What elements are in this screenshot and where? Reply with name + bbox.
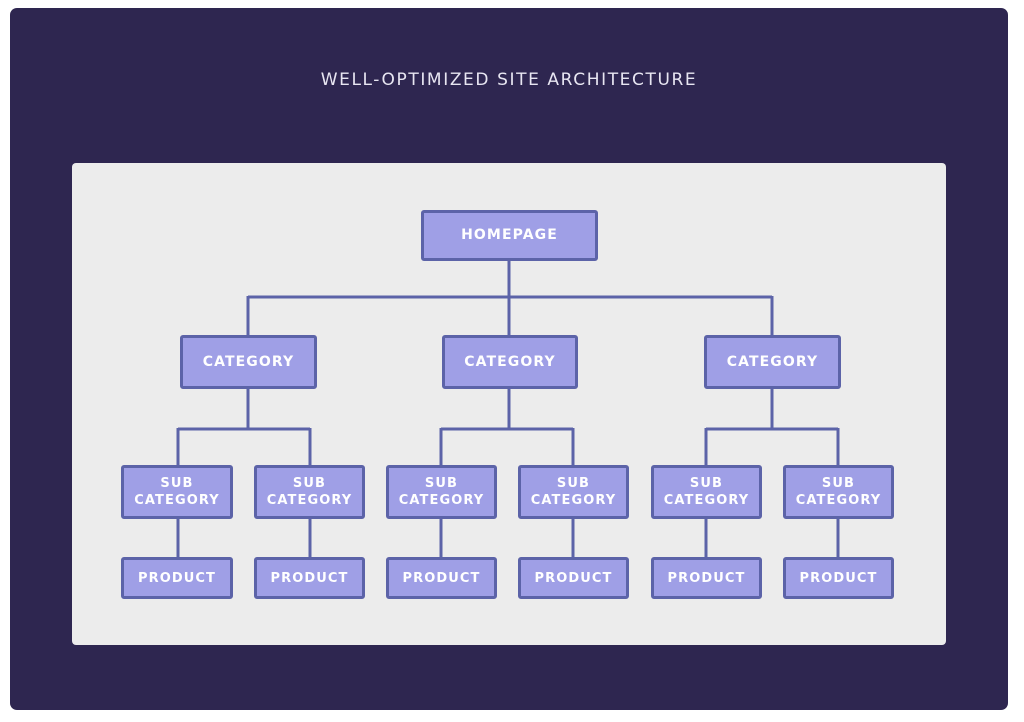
node-category-2: CATEGORY bbox=[442, 335, 578, 389]
node-label: CATEGORY bbox=[464, 353, 556, 370]
node-label: CATEGORY bbox=[202, 353, 295, 370]
node-label: SUB CATEGORY bbox=[398, 476, 485, 508]
node-label: HOMEPAGE bbox=[461, 227, 558, 243]
node-subcategory-4: SUB CATEGORY bbox=[518, 465, 629, 519]
node-subcategory-1: SUB CATEGORY bbox=[121, 465, 233, 519]
node-product-3: PRODUCT bbox=[386, 557, 497, 599]
node-homepage: HOMEPAGE bbox=[421, 210, 598, 261]
node-label: SUB CATEGORY bbox=[663, 476, 750, 508]
node-product-2: PRODUCT bbox=[254, 557, 365, 599]
node-subcategory-5: SUB CATEGORY bbox=[651, 465, 762, 519]
node-product-5: PRODUCT bbox=[651, 557, 762, 599]
node-label: PRODUCT bbox=[534, 570, 613, 586]
node-subcategory-6: SUB CATEGORY bbox=[783, 465, 894, 519]
node-label: PRODUCT bbox=[799, 570, 878, 586]
node-label: PRODUCT bbox=[402, 570, 481, 586]
node-label: SUB CATEGORY bbox=[530, 476, 617, 508]
node-subcategory-2: SUB CATEGORY bbox=[254, 465, 365, 519]
node-label: SUB CATEGORY bbox=[266, 476, 353, 508]
node-label: PRODUCT bbox=[270, 570, 349, 586]
node-category-3: CATEGORY bbox=[704, 335, 841, 389]
node-product-6: PRODUCT bbox=[783, 557, 894, 599]
node-category-1: CATEGORY bbox=[180, 335, 317, 389]
node-product-1: PRODUCT bbox=[121, 557, 233, 599]
node-product-4: PRODUCT bbox=[518, 557, 629, 599]
node-label: CATEGORY bbox=[726, 353, 819, 370]
node-label: SUB CATEGORY bbox=[134, 476, 220, 508]
node-label: PRODUCT bbox=[137, 570, 217, 586]
node-label: SUB CATEGORY bbox=[795, 476, 882, 508]
node-subcategory-3: SUB CATEGORY bbox=[386, 465, 497, 519]
node-label: PRODUCT bbox=[667, 570, 746, 586]
